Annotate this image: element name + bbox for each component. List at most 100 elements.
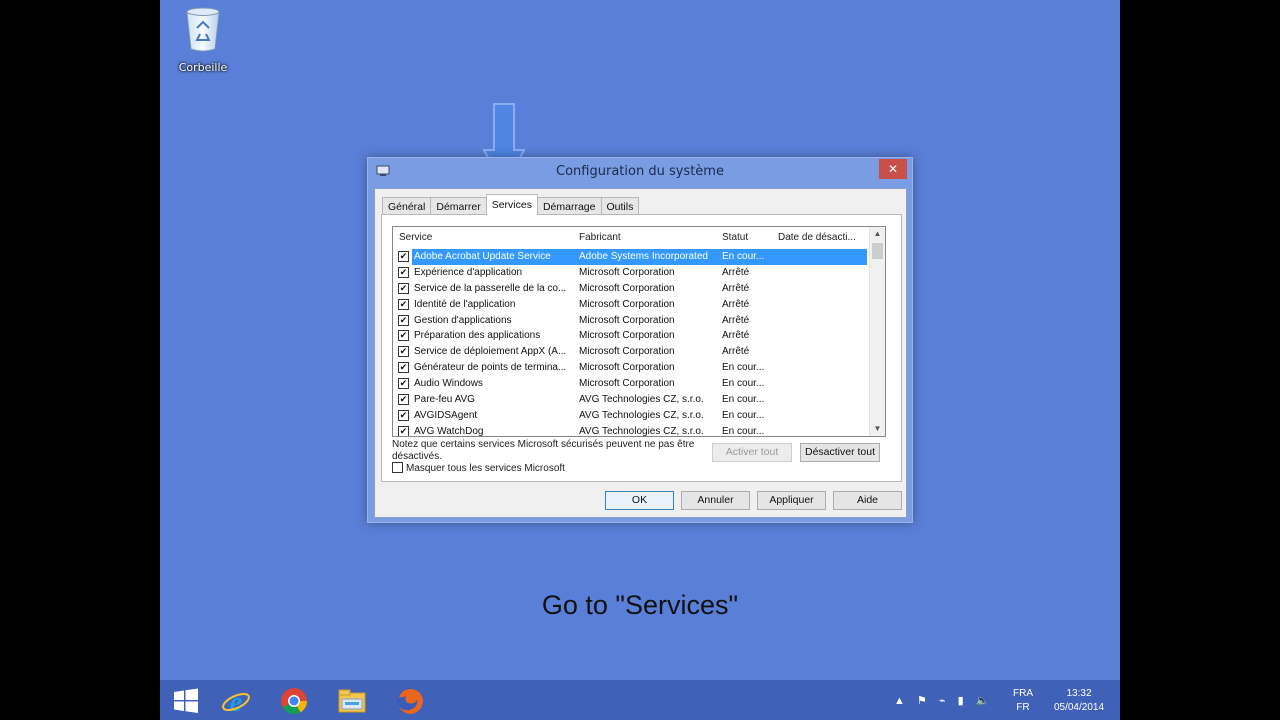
- service-manufacturer: Microsoft Corporation: [579, 314, 675, 326]
- service-manufacturer: Microsoft Corporation: [579, 346, 675, 358]
- service-name: Générateur de points de termina...: [414, 362, 567, 374]
- service-manufacturer: Microsoft Corporation: [579, 362, 675, 374]
- recycle-bin-label: Corbeille: [178, 61, 228, 74]
- service-manufacturer: Microsoft Corporation: [579, 330, 675, 342]
- service-checkbox[interactable]: ✔: [398, 394, 409, 406]
- start-icon[interactable]: [170, 685, 202, 717]
- service-status: Arrêté: [722, 330, 750, 342]
- service-checkbox[interactable]: ✔: [398, 314, 409, 326]
- close-button[interactable]: ✕: [879, 159, 907, 179]
- clock-time: 13:32: [1066, 688, 1092, 699]
- service-name: Service de déploiement AppX (A...: [414, 346, 567, 358]
- internet-explorer-icon[interactable]: e: [220, 685, 252, 717]
- service-name: Identité de l'application: [414, 298, 516, 310]
- tab-startup-mode[interactable]: Démarrer: [430, 197, 487, 215]
- hide-microsoft-services-checkbox[interactable]: [392, 462, 403, 473]
- service-row[interactable]: ✔ Identité de l'application Microsoft Corp…: [393, 297, 869, 313]
- tutorial-caption: Go to "Services": [541, 590, 739, 620]
- service-checkbox[interactable]: ✔: [398, 330, 409, 342]
- scroll-up-icon[interactable]: ▲: [870, 227, 885, 241]
- clock[interactable]: 13:32 05/04/2014: [1040, 687, 1118, 720]
- service-row[interactable]: ✔ Expérience d'application Microsoft Corpo…: [393, 265, 869, 281]
- service-row[interactable]: ✔ Service de déploiement AppX (A... Micros…: [393, 344, 869, 360]
- service-manufacturer: Microsoft Corporation: [579, 378, 675, 390]
- service-checkbox[interactable]: ✔: [398, 425, 409, 436]
- service-manufacturer: Adobe Systems Incorporated: [579, 251, 708, 262]
- service-row[interactable]: ✔ Adobe Acrobat Update Service Adobe Syste…: [393, 249, 869, 265]
- service-manufacturer: Microsoft Corporation: [579, 298, 675, 310]
- hide-microsoft-services-label: Masquer tous les services Microsoft: [406, 463, 565, 474]
- service-manufacturer: Microsoft Corporation: [579, 266, 675, 278]
- ok-button[interactable]: OK: [605, 491, 674, 510]
- service-status: En cour...: [722, 362, 765, 374]
- service-checkbox[interactable]: ✔: [398, 409, 409, 421]
- file-explorer-icon[interactable]: [336, 685, 368, 717]
- usb-device-icon[interactable]: ⌁: [939, 694, 946, 707]
- service-row[interactable]: ✔ AVGIDSAgent AVG Technologies CZ, s.r.o. E…: [393, 408, 869, 424]
- column-header-date-disabled[interactable]: Date de désacti...: [778, 232, 856, 243]
- cancel-button[interactable]: Annuler: [681, 491, 750, 510]
- services-rows: ✔ Adobe Acrobat Update Service Adobe Syste…: [393, 249, 869, 437]
- service-row[interactable]: ✔ AVG WatchDog AVG Technologies CZ, s.r.o.…: [393, 424, 869, 437]
- service-checkbox[interactable]: ✔: [398, 362, 409, 374]
- column-header-status[interactable]: Statut: [722, 232, 748, 243]
- column-header-manufacturer[interactable]: Fabricant: [579, 232, 621, 243]
- tab-services[interactable]: Services: [485, 194, 538, 215]
- input-language-indicator[interactable]: FRA FR: [1010, 687, 1036, 720]
- service-name: AVG WatchDog: [414, 425, 484, 437]
- service-name: Pare-feu AVG: [414, 394, 475, 406]
- recycle-bin[interactable]: Corbeille: [174, 6, 232, 74]
- service-checkbox[interactable]: ✔: [398, 266, 409, 278]
- action-center-flag-icon[interactable]: ⚑: [917, 694, 927, 707]
- service-manufacturer: Microsoft Corporation: [579, 282, 675, 294]
- service-status: Arrêté: [722, 346, 750, 358]
- apply-button[interactable]: Appliquer: [757, 491, 826, 510]
- network-icon[interactable]: ▮: [958, 694, 964, 707]
- service-name: Gestion d'applications: [414, 314, 512, 326]
- column-header-service[interactable]: Service: [399, 232, 432, 243]
- service-row[interactable]: ✔ Gestion d'applications Microsoft Corpora…: [393, 313, 869, 329]
- microsoft-services-note: Notez que certains services Microsoft sé…: [392, 439, 695, 462]
- dialog-titlebar[interactable]: Configuration du système ✕: [368, 158, 912, 186]
- service-name: AVGIDSAgent: [414, 409, 478, 421]
- vertical-scrollbar[interactable]: ▲ ▼: [869, 227, 885, 436]
- service-row[interactable]: ✔ Pare-feu AVG AVG Technologies CZ, s.r.o.…: [393, 392, 869, 408]
- taskbar: e ▲ ⚑ ⌁ ▮ 🔈 FRA FR 13:32 05/04/2014: [160, 680, 1120, 720]
- service-row[interactable]: ✔ Audio Windows Microsoft Corporation En co…: [393, 376, 869, 392]
- chrome-icon[interactable]: [278, 685, 310, 717]
- service-checkbox[interactable]: ✔: [398, 298, 409, 310]
- volume-icon[interactable]: 🔈: [976, 694, 990, 707]
- service-checkbox[interactable]: ✔: [398, 346, 409, 358]
- service-checkbox[interactable]: ✔: [398, 378, 409, 390]
- service-checkbox[interactable]: ✔: [398, 251, 409, 262]
- service-status: Arrêté: [722, 298, 750, 310]
- show-hidden-icons-icon[interactable]: ▲: [894, 695, 905, 707]
- keyboard-layout: FR: [1016, 702, 1030, 713]
- service-status: En cour...: [722, 378, 765, 390]
- service-status: Arrêté: [722, 266, 750, 278]
- tab-tools[interactable]: Outils: [600, 197, 640, 215]
- service-name: Audio Windows: [414, 378, 483, 390]
- hide-microsoft-services-option[interactable]: Masquer tous les services Microsoft: [392, 462, 565, 474]
- service-row[interactable]: ✔ Préparation des applications Microsoft C…: [393, 328, 869, 344]
- tab-general[interactable]: Général: [382, 197, 432, 215]
- service-row[interactable]: ✔ Service de la passerelle de la co... Mic…: [393, 281, 869, 297]
- system-tray: ▲ ⚑ ⌁ ▮ 🔈: [894, 694, 1004, 720]
- firefox-icon[interactable]: [394, 685, 426, 717]
- service-name: Service de la passerelle de la co...: [414, 282, 567, 294]
- disable-all-button[interactable]: Désactiver tout: [800, 443, 880, 462]
- scroll-down-icon[interactable]: ▼: [870, 422, 885, 436]
- list-header: Service Fabricant Statut Date de désacti…: [393, 227, 869, 247]
- service-status: En cour...: [722, 394, 765, 406]
- scroll-thumb[interactable]: [872, 243, 883, 259]
- services-list[interactable]: Service Fabricant Statut Date de désacti…: [392, 226, 886, 437]
- help-button[interactable]: Aide: [833, 491, 902, 510]
- enable-all-button[interactable]: Activer tout: [712, 443, 792, 462]
- service-row[interactable]: ✔ Générateur de points de termina... Micro…: [393, 360, 869, 376]
- service-status: En cour...: [722, 425, 765, 437]
- service-name: Préparation des applications: [414, 330, 541, 342]
- service-checkbox[interactable]: ✔: [398, 282, 409, 294]
- service-name: Expérience d'application: [414, 266, 523, 278]
- language-code: FRA: [1013, 688, 1033, 699]
- tab-startup[interactable]: Démarrage: [536, 197, 602, 215]
